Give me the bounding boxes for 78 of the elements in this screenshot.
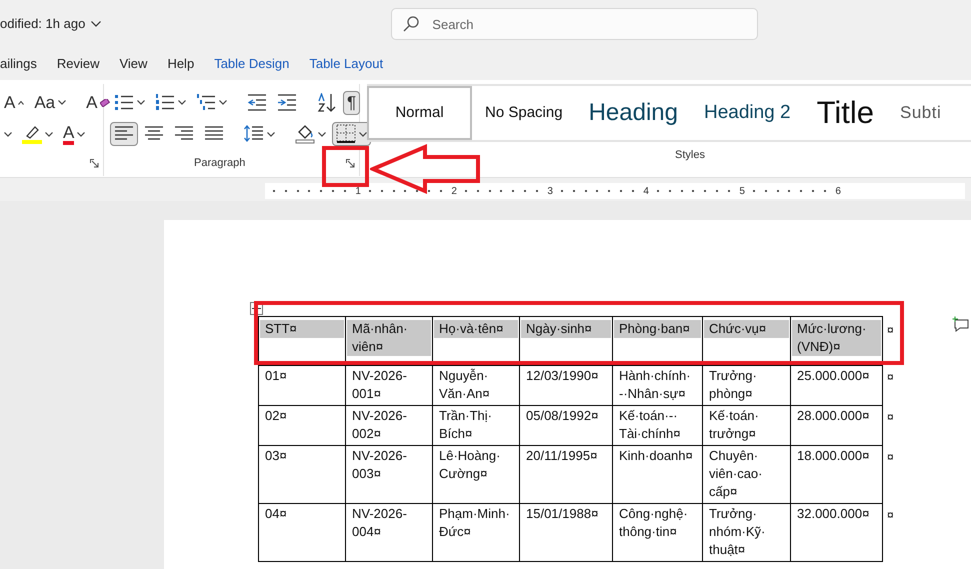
row-end-mark: ¤ bbox=[886, 322, 894, 336]
table-cell-text: 12/03/1990¤ bbox=[525, 367, 600, 385]
table-cell-text: Nguyễn·Văn·An¤ bbox=[438, 367, 491, 403]
table-cell-text: Chuyên·viên·cao·cấp¤ bbox=[708, 447, 764, 501]
table-cell-text: Lê·Hoàng·Cường¤ bbox=[438, 447, 502, 483]
ruler-number: 4 bbox=[643, 184, 649, 198]
ribbon-tab[interactable]: View bbox=[109, 54, 158, 74]
eraser-icon bbox=[100, 98, 110, 107]
highlight-frame bbox=[322, 146, 369, 187]
bullet-list-icon bbox=[114, 92, 134, 113]
table-cell-text: 25.000.000¤ bbox=[796, 367, 870, 385]
clear-formatting-button[interactable]: A bbox=[82, 90, 114, 115]
table-borders-icon bbox=[336, 124, 356, 144]
sort-icon bbox=[317, 92, 337, 113]
search-field[interactable]: Search bbox=[391, 8, 758, 40]
ribbon-tab[interactable]: ailings bbox=[0, 54, 47, 74]
table-cell-text: NV-2026-004¤ bbox=[351, 505, 408, 541]
decrease-indent-icon bbox=[247, 92, 267, 113]
group-label: Styles bbox=[675, 148, 705, 163]
ruler-number: 3 bbox=[547, 184, 553, 198]
table-cell-text: Công·nghệ·thông·tin¤ bbox=[618, 505, 689, 541]
caret-icon bbox=[91, 21, 102, 27]
align-left-button[interactable] bbox=[110, 122, 138, 146]
ruler-number: 2 bbox=[451, 184, 457, 198]
row-end-mark: ¤ bbox=[886, 508, 894, 522]
table-cell-text: Trưởng·nhóm·Kỹ·thuật¤ bbox=[708, 505, 766, 559]
grow-font-button[interactable]: A bbox=[0, 90, 28, 115]
table-cell-text: NV-2026-003¤ bbox=[351, 447, 408, 483]
table-cell-text: 18.000.000¤ bbox=[796, 447, 870, 465]
multilevel-list-icon bbox=[196, 92, 216, 113]
table-cell-text: 04¤ bbox=[264, 505, 288, 523]
table-cell-text: Kinh·doanh¤ bbox=[618, 447, 694, 465]
ruler-number: 1 bbox=[355, 184, 361, 198]
table-cell-text: Phạm·Minh·Đức¤ bbox=[438, 505, 511, 541]
ribbon-tab[interactable]: Review bbox=[46, 54, 110, 74]
table-cell-text: Trần·Thị·Bích¤ bbox=[438, 407, 493, 443]
caret-icon bbox=[4, 132, 12, 137]
table-cell-text: 20/11/1995¤ bbox=[525, 447, 598, 465]
modified-status: odified: 1h ago bbox=[0, 15, 86, 34]
table-cell-text: NV-2026-002¤ bbox=[351, 407, 408, 443]
table-cell-text: Kế·toán·trưởng¤ bbox=[708, 407, 760, 443]
table-cell-text: 02¤ bbox=[264, 407, 288, 425]
row-end-mark: ¤ bbox=[886, 450, 894, 464]
row-end-mark: ¤ bbox=[886, 410, 894, 424]
ruler-number: 5 bbox=[739, 184, 745, 198]
table-cell-text: 32.000.000¤ bbox=[796, 505, 870, 523]
font-color-button[interactable]: A bbox=[59, 122, 90, 146]
ribbon-tab[interactable]: Help bbox=[157, 54, 204, 74]
new-comment-icon[interactable] bbox=[952, 316, 970, 332]
table-cell-text: 01¤ bbox=[264, 367, 288, 385]
paint-bucket-icon bbox=[295, 124, 315, 144]
group-label: Paragraph bbox=[194, 156, 246, 171]
increase-indent-icon bbox=[277, 92, 297, 113]
change-case-button[interactable]: Aa bbox=[30, 90, 70, 115]
numbered-list-icon bbox=[155, 92, 175, 113]
table-cell-text: 28.000.000¤ bbox=[796, 407, 870, 425]
table-cell-text: 03¤ bbox=[264, 447, 288, 465]
column-header: Chức·vụ¤ bbox=[704, 320, 789, 338]
caret-up-icon bbox=[18, 100, 24, 105]
column-header: STT¤ bbox=[260, 320, 344, 338]
column-header: Mức·lương·(VNĐ)¤ bbox=[792, 320, 881, 356]
table-cell-text: 05/08/1992¤ bbox=[525, 407, 600, 425]
ruler-number: 6 bbox=[835, 184, 841, 198]
table-borders-button[interactable] bbox=[332, 122, 371, 146]
line-spacing-icon bbox=[244, 124, 264, 144]
table-cell-text: NV-2026-001¤ bbox=[351, 367, 408, 403]
show-marks-button[interactable]: ¶ bbox=[343, 90, 360, 115]
dialog-launcher-icon[interactable] bbox=[346, 158, 356, 168]
table-cell-text: 15/01/1988¤ bbox=[525, 505, 600, 523]
column-header: Mã·nhân·viên¤ bbox=[347, 320, 431, 356]
ribbon-tab[interactable]: Table Design bbox=[204, 54, 300, 74]
ribbon-tab[interactable]: Table Layout bbox=[299, 54, 394, 74]
column-header: Ngày·sinh¤ bbox=[521, 320, 611, 338]
column-header: Phòng·ban¤ bbox=[614, 320, 701, 338]
column-header: Họ·và·tên¤ bbox=[434, 320, 518, 338]
row-end-mark: ¤ bbox=[886, 370, 894, 384]
style-option[interactable]: Normal bbox=[367, 86, 472, 140]
dialog-launcher-icon[interactable] bbox=[90, 158, 99, 168]
